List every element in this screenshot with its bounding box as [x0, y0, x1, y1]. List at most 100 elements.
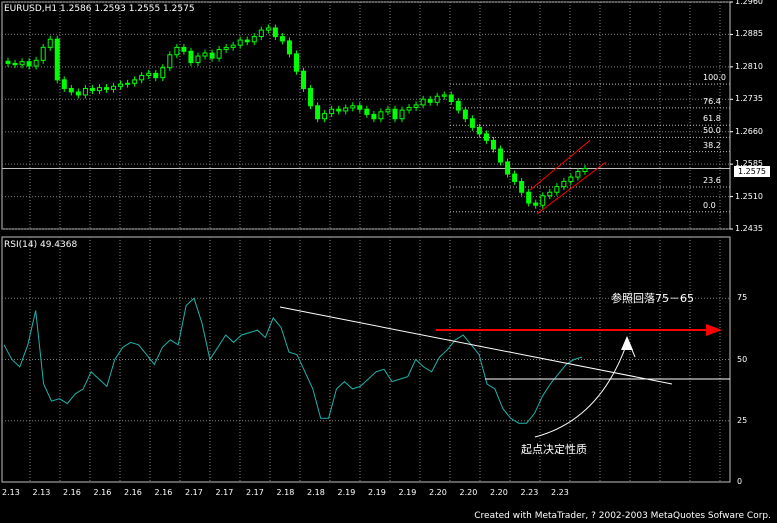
candle-body: [575, 170, 581, 178]
arrow-mark: [629, 344, 636, 358]
rsi-value: 49.4368: [39, 240, 78, 250]
time-axis-label: 2.20: [490, 488, 508, 497]
symbol-label: EURUSD,H1: [4, 4, 58, 14]
candle-body: [174, 46, 180, 56]
price-chart-title: EURUSD,H1 1.2586 1.2593 1.2555 1.2575: [4, 4, 195, 14]
candle-body: [237, 39, 243, 46]
candle-body: [244, 39, 250, 43]
candle-body: [554, 186, 560, 193]
rsi-line: [3, 297, 583, 424]
candle-body: [350, 105, 356, 109]
candle-body: [357, 105, 363, 110]
candle-body: [125, 82, 131, 85]
candle-body: [371, 113, 377, 120]
time-axis-label: 2.18: [307, 488, 325, 497]
candle-body: [568, 176, 574, 182]
candle-body: [427, 98, 433, 103]
candle-body: [54, 38, 60, 81]
candle-body: [251, 36, 257, 43]
time-axis-label: 2.23: [520, 488, 539, 497]
candle-body: [160, 67, 166, 79]
candle-body: [540, 195, 546, 206]
candle-body: [96, 87, 102, 92]
price-axis-label: 1.2435: [735, 224, 763, 233]
candle-body: [490, 139, 496, 150]
candle-body: [406, 107, 412, 111]
red-arrow-head: [706, 324, 722, 336]
candle-body: [47, 38, 53, 48]
candle-body: [216, 49, 222, 59]
candle-body: [181, 46, 187, 52]
candle-body: [533, 202, 539, 206]
candle-body: [476, 126, 482, 135]
candle-body: [364, 108, 370, 115]
candle-body: [512, 173, 518, 182]
candle-body: [230, 44, 236, 48]
rsi-axis-label: 0: [737, 477, 743, 486]
candle-body: [26, 61, 32, 67]
fibonacci-label: 76.4: [703, 96, 721, 106]
time-axis-label: 2.16: [154, 488, 173, 497]
candle-body: [441, 94, 447, 97]
candle-body: [153, 72, 159, 79]
candle-body: [132, 79, 138, 84]
candle-body: [33, 59, 39, 67]
fibonacci-label: 0.0: [703, 200, 716, 210]
time-axis-label: 2.19: [368, 488, 386, 497]
candle-body: [469, 118, 475, 128]
rsi-axis-label: 75: [737, 293, 748, 303]
candle-body: [61, 79, 67, 89]
price-axis-label: 1.2885: [735, 29, 763, 39]
candle-body: [448, 94, 454, 102]
candle-body: [209, 52, 215, 59]
candle-body: [40, 46, 46, 61]
channel-upper: [529, 139, 591, 191]
chart-canvas: [1, 1, 733, 483]
candle-body: [462, 109, 468, 120]
rsi-title: RSI(14) 49.4368: [4, 240, 77, 250]
candle-body: [399, 109, 405, 120]
candle-body: [265, 27, 271, 31]
candle-body: [104, 87, 110, 90]
candle-body: [505, 161, 511, 175]
candle-body: [293, 53, 299, 72]
candle-body: [547, 191, 553, 197]
candle-body: [385, 108, 391, 113]
candle-body: [279, 36, 285, 42]
candle-body: [582, 167, 588, 172]
candle-body: [146, 72, 152, 77]
candle-body: [5, 60, 11, 64]
candle-body: [195, 55, 201, 64]
time-axis-label: 2.16: [63, 488, 81, 497]
time-axis-label: 2.23: [551, 488, 569, 497]
candle-body: [89, 87, 95, 92]
candle-body: [12, 62, 18, 66]
target-annotation: 参照回落75－65: [611, 292, 694, 305]
rsi-axis-label: 50: [737, 354, 748, 364]
candle-body: [526, 191, 532, 204]
candle-body: [111, 85, 117, 90]
candle-body: [315, 105, 321, 120]
candle-body: [258, 29, 264, 38]
candle-body: [329, 108, 335, 115]
rsi-label: RSI(14): [4, 240, 38, 250]
start-annotation: 起点决定性质: [521, 443, 587, 456]
time-axis-label: 2.20: [459, 488, 478, 497]
candle-body: [308, 87, 314, 107]
fibonacci-label: 50.0: [703, 126, 721, 136]
price-axis-label: 1.2810: [735, 61, 763, 71]
candle-body: [19, 61, 25, 66]
candle-body: [188, 50, 194, 64]
time-axis-label: 2.17: [185, 488, 203, 497]
candle-body: [519, 180, 525, 193]
time-axis-label: 2.19: [337, 488, 356, 497]
time-axis-label: 2.17: [246, 488, 264, 497]
candle-body: [336, 108, 342, 112]
footer-credit: Created with MetaTrader, ? 2002-2003 Met…: [474, 511, 771, 521]
candle-body: [498, 148, 504, 163]
candle-body: [272, 27, 278, 38]
time-axis-label: 2.19: [398, 488, 417, 497]
time-axis-label: 2.17: [215, 488, 234, 497]
candle-body: [392, 108, 398, 120]
candle-body: [223, 46, 229, 51]
